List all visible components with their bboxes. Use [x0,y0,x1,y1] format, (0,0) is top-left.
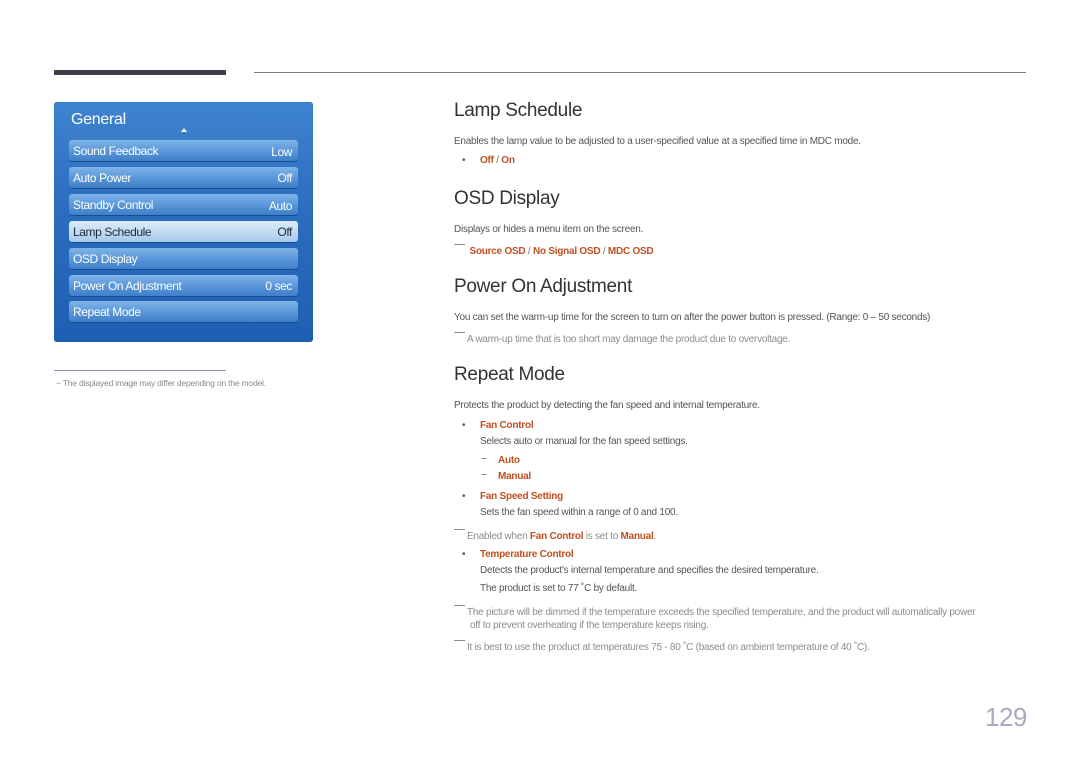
menu-item-power-on-adjustment[interactable]: Power On Adjustment 0 sec [69,275,298,296]
separator: / [496,155,499,166]
note-text: A warm-up time that is too short may dam… [467,334,791,345]
fan-control-option-manual: Manual [498,471,531,482]
section-title-power-on-adjustment: Power On Adjustment [454,276,633,297]
osd-display-options: Source OSD / No Signal OSD / MDC OSD [454,244,654,257]
header-rule-thin [254,72,1026,73]
menu-item-standby-control[interactable]: Standby Control Auto [69,194,298,215]
temperature-note-1: The picture will be dimmed if the temper… [454,605,976,618]
bullet-icon: • [462,155,466,166]
temperature-control-description: Detects the product's internal temperatu… [480,565,819,576]
page-number: 129 [985,702,1027,732]
fan-control-option-auto: Auto [498,455,520,466]
menu-item-osd-display[interactable]: OSD Display [69,248,298,269]
header-rule-thick [54,70,226,75]
bullet-icon: • [462,420,466,431]
note-text: . [653,531,657,542]
temperature-note-2: It is best to use the product at tempera… [454,640,870,653]
fan-control-label: Fan Control [480,420,534,431]
dash-icon: − [481,470,487,481]
menu-item-lamp-schedule[interactable]: Lamp Schedule Off [69,221,298,242]
separator: / [527,246,531,257]
menu-item-auto-power[interactable]: Auto Power Off [69,167,298,188]
menu-item-label: Sound Feedback [73,143,159,158]
menu-item-value: 0 sec [265,278,292,293]
temperature-control-default: The product is set to 77 ˚C by default. [480,583,638,594]
menu-item-label: Repeat Mode [73,304,141,319]
option-off: Off [480,155,494,166]
fan-speed-setting-label: Fan Speed Setting [480,491,563,502]
note-text: The picture will be dimmed if the temper… [467,607,976,618]
menu-item-value: Off [277,170,292,185]
fan-speed-note: Enabled when Fan Control is set to Manua… [454,529,656,542]
scroll-up-arrow-icon[interactable] [181,128,187,132]
option-on: On [501,155,515,166]
separator: / [602,246,606,257]
menu-item-label: Lamp Schedule [73,224,152,239]
temperature-note-1-continued: off to prevent overheating if the temper… [470,620,709,631]
menu-title: General [71,111,126,128]
menu-item-value: Off [277,224,292,239]
option-mdc-osd: MDC OSD [607,246,654,257]
menu-item-label: Auto Power [73,170,132,185]
note-term-fan-control: Fan Control [529,531,584,542]
lamp-schedule-description: Enables the lamp value to be adjusted to… [454,136,861,147]
menu-item-value: Low [271,145,292,159]
note-text: is set to [583,531,621,542]
osd-display-description: Displays or hides a menu item on the scr… [454,224,644,235]
footnote-rule [54,370,226,371]
note-text: Enabled when [467,531,530,542]
power-on-adjustment-description: You can set the warm-up time for the scr… [454,312,931,323]
note-term-manual: Manual [620,531,654,542]
menu-item-label: Standby Control [73,197,154,212]
menu-item-value: Auto [268,199,292,213]
fan-speed-setting-description: Sets the fan speed within a range of 0 a… [480,507,678,518]
option-no-signal-osd: No Signal OSD [532,246,601,257]
menu-item-sound-feedback[interactable]: Sound Feedback Low [69,140,298,161]
footnote: − The displayed image may differ dependi… [56,378,266,388]
option-source-osd: Source OSD [469,246,526,257]
section-title-repeat-mode: Repeat Mode [454,364,565,385]
repeat-mode-description: Protects the product by detecting the fa… [454,400,760,411]
bullet-icon: • [462,491,466,502]
menu-item-label: Power On Adjustment [73,278,182,293]
fan-control-description: Selects auto or manual for the fan speed… [480,436,688,447]
bullet-icon: • [462,549,466,560]
note-text: It is best to use the product at tempera… [467,642,870,653]
section-title-osd-display: OSD Display [454,188,560,209]
lamp-schedule-options: Off / On [480,155,515,166]
general-menu-panel: General Sound Feedback Low Auto Power Of… [54,102,313,342]
power-on-adjustment-note: A warm-up time that is too short may dam… [454,332,790,345]
section-title-lamp-schedule: Lamp Schedule [454,100,583,121]
temperature-control-label: Temperature Control [480,549,574,560]
menu-item-label: OSD Display [73,251,138,266]
menu-item-repeat-mode[interactable]: Repeat Mode [69,301,298,322]
dash-icon: − [481,454,487,465]
